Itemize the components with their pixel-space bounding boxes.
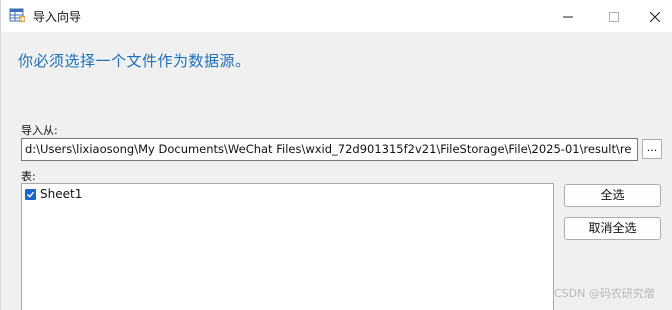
sheet-list[interactable]: Sheet1 <box>21 183 554 310</box>
close-icon <box>649 7 661 26</box>
minimize-icon <box>563 7 573 26</box>
table-label: 表: <box>21 170 36 183</box>
watermark: CSDN @码农研究僧 <box>554 287 655 300</box>
sheet-label: Sheet1 <box>40 187 83 201</box>
browse-button[interactable]: ... <box>642 139 662 159</box>
list-item[interactable]: Sheet1 <box>25 187 82 201</box>
window-title: 导入向导 <box>33 10 82 24</box>
maximize-button[interactable] <box>591 0 637 32</box>
title-bar[interactable]: 导入向导 <box>1 0 672 32</box>
import-from-label: 导入从: <box>21 124 58 137</box>
page-heading: 你必须选择一个文件作为数据源。 <box>18 52 251 70</box>
close-button[interactable] <box>637 0 672 32</box>
import-wizard-window: 导入向导 你必须选择一个文件作为数据源。 导入从: d:\Users\lixia… <box>0 0 672 310</box>
deselect-all-button[interactable]: 取消全选 <box>564 217 661 240</box>
minimize-button[interactable] <box>545 0 591 32</box>
maximize-icon <box>609 7 619 26</box>
select-all-button[interactable]: 全选 <box>564 184 661 207</box>
table-import-icon <box>9 7 26 24</box>
file-path-field[interactable]: d:\Users\lixiaosong\My Documents\WeChat … <box>21 138 638 161</box>
sheet-checkbox[interactable] <box>25 188 36 200</box>
wizard-panel: 你必须选择一个文件作为数据源。 导入从: d:\Users\lixiaosong… <box>1 32 672 310</box>
